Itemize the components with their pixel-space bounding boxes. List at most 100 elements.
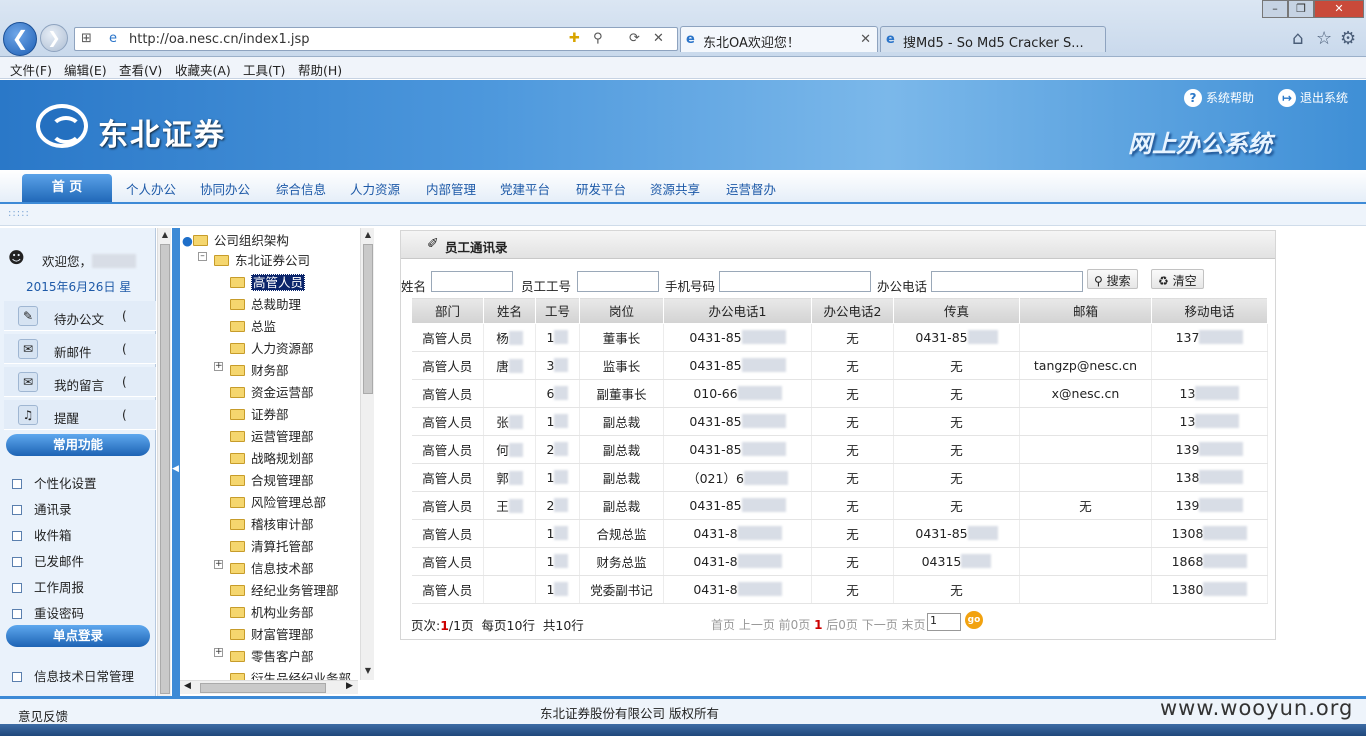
clear-button[interactable]: ♻ 清空 — [1151, 269, 1204, 289]
tree-node[interactable]: 机构业务部 — [230, 602, 314, 621]
search-icon[interactable]: ⚲ — [593, 31, 603, 46]
table-row[interactable]: 高管人员 1 党委副书记 0431-8 无 无 1380 — [411, 575, 1268, 604]
collapse-icon[interactable]: – — [198, 252, 207, 261]
home-icon[interactable]: ⌂ — [1292, 28, 1303, 49]
tree-node[interactable]: + 财务部 — [214, 360, 289, 379]
checkbox-icon[interactable] — [12, 505, 22, 515]
stop-icon[interactable]: ✕ — [653, 31, 664, 46]
scroll-right-icon[interactable]: ▶ — [346, 681, 353, 691]
checkbox-icon[interactable] — [12, 557, 22, 567]
search-button[interactable]: ⚲ 搜索 — [1087, 269, 1138, 289]
nav-item[interactable]: 综合信息 — [276, 179, 326, 198]
menu-view[interactable]: 查看(V) — [119, 60, 162, 79]
scroll-thumb[interactable] — [363, 244, 373, 394]
help-link[interactable]: ? 系统帮助 — [1184, 89, 1254, 107]
tree-hscrollbar[interactable]: ◀ ▶ — [180, 680, 358, 694]
tree-company[interactable]: – 东北证券公司 — [198, 250, 310, 269]
tree-node[interactable]: 经纪业务管理部 — [230, 580, 339, 599]
menu-tools[interactable]: 工具(T) — [243, 60, 285, 79]
gear-icon[interactable]: ⚙ — [1340, 28, 1356, 49]
quick-item-messages[interactable]: ✉ 我的留言( — [4, 367, 156, 397]
table-row[interactable]: 高管人员 杨 1 董事长 0431-85 无 0431-85 137 — [411, 323, 1268, 352]
common-item[interactable]: 个性化设置 — [12, 473, 172, 492]
logout-link[interactable]: ↦ 退出系统 — [1278, 89, 1348, 107]
common-item[interactable]: 工作周报 — [12, 577, 172, 596]
menu-edit[interactable]: 编辑(E) — [64, 60, 107, 79]
office-input[interactable] — [931, 271, 1083, 292]
nav-item[interactable]: 内部管理 — [426, 179, 476, 198]
tree-node[interactable]: 总监 — [230, 316, 276, 335]
table-row[interactable]: 高管人员 郭 1 副总裁 （021）6 无 无 138 — [411, 463, 1268, 492]
tree-scrollbar[interactable]: ▲ ▼ — [360, 228, 374, 680]
tree-node[interactable]: 人力资源部 — [230, 338, 314, 357]
forward-button[interactable]: ❯ — [40, 24, 68, 52]
scroll-down-icon[interactable]: ▼ — [361, 664, 375, 678]
close-tab-icon[interactable]: ✕ — [860, 32, 871, 47]
checkbox-icon[interactable] — [12, 609, 22, 619]
scroll-thumb[interactable] — [200, 683, 326, 693]
scroll-left-icon[interactable]: ◀ — [184, 681, 191, 691]
menu-favorites[interactable]: 收藏夹(A) — [175, 60, 231, 79]
common-item[interactable]: 已发邮件 — [12, 551, 172, 570]
tree-node[interactable]: + 信息技术部 — [214, 558, 314, 577]
expand-icon[interactable]: + — [214, 648, 223, 657]
common-item[interactable]: 通讯录 — [12, 499, 172, 518]
table-row[interactable]: 高管人员 何 2 副总裁 0431-85 无 无 139 — [411, 435, 1268, 464]
tree-root[interactable]: ● 公司组织架构 — [182, 230, 289, 249]
close-window-button[interactable]: ✕ — [1314, 0, 1364, 18]
nav-home[interactable]: 首 页 — [22, 174, 112, 202]
table-row[interactable]: 高管人员 1 合规总监 0431-8 无 0431-85 1308 — [411, 519, 1268, 548]
nav-item[interactable]: 个人办公 — [126, 179, 176, 198]
refresh-icon[interactable]: ⟳ — [629, 31, 640, 46]
table-row[interactable]: 高管人员 王 2 副总裁 0431-85 无 无 无 139 — [411, 491, 1268, 520]
back-button[interactable]: ❮ — [3, 22, 37, 56]
scroll-up-icon[interactable]: ▲ — [361, 228, 375, 242]
page-number-input[interactable]: 1 — [927, 613, 961, 631]
tab-oa[interactable]: e 东北OA欢迎您！ ✕ — [680, 26, 878, 52]
star-icon[interactable]: ☆ — [1316, 28, 1332, 49]
tree-node[interactable]: 资金运营部 — [230, 382, 314, 401]
left-scrollbar[interactable]: ▲ — [157, 228, 171, 696]
checkbox-icon[interactable] — [12, 479, 22, 489]
tree-node[interactable]: 证券部 — [230, 404, 289, 423]
nav-item[interactable]: 研发平台 — [576, 179, 626, 198]
tree-node[interactable]: 总裁助理 — [230, 294, 301, 313]
checkbox-icon[interactable] — [12, 583, 22, 593]
checkbox-icon[interactable] — [12, 672, 22, 682]
splitter[interactable]: ◀ — [172, 228, 180, 696]
table-row[interactable]: 高管人员 6 副董事长 010-66 无 无 x@nesc.cn 13 — [411, 379, 1268, 408]
table-row[interactable]: 高管人员 张 1 副总裁 0431-85 无 无 13 — [411, 407, 1268, 436]
tree-node[interactable]: 战略规划部 — [230, 448, 314, 467]
nav-item[interactable]: 人力资源 — [350, 179, 400, 198]
tree-node[interactable]: 运营管理部 — [230, 426, 314, 445]
table-row[interactable]: 高管人员 唐 3 监事长 0431-85 无 无 tangzp@nesc.cn — [411, 351, 1268, 380]
add-icon[interactable]: ✚ — [569, 31, 580, 46]
tree-node[interactable]: 清算托管部 — [230, 536, 314, 555]
common-item[interactable]: 收件箱 — [12, 525, 172, 544]
scroll-thumb[interactable] — [160, 244, 170, 694]
nav-item[interactable]: 资源共享 — [650, 179, 700, 198]
quick-item-reminders[interactable]: ♫ 提醒( — [4, 400, 156, 430]
tab-md5[interactable]: e 搜Md5 - So Md5 Cracker S... — [880, 26, 1106, 52]
expand-icon[interactable]: + — [214, 362, 223, 371]
page-links[interactable]: 首页 上一页 前0页 1 后0页 下一页 末页 — [711, 616, 926, 633]
go-button[interactable]: go — [965, 611, 983, 629]
tree-node[interactable]: 风险管理总部 — [230, 492, 326, 511]
mobile-input[interactable] — [719, 271, 871, 292]
nav-item[interactable]: 运营督办 — [726, 179, 776, 198]
table-row[interactable]: 高管人员 1 财务总监 0431-8 无 04315 1868 — [411, 547, 1268, 576]
menu-file[interactable]: 文件(F) — [10, 60, 52, 79]
tree-node[interactable]: 稽核审计部 — [230, 514, 314, 533]
common-item[interactable]: 重设密码 — [12, 603, 172, 622]
expand-icon[interactable]: + — [214, 560, 223, 569]
quick-item-new-mail[interactable]: ✉ 新邮件( — [4, 334, 156, 364]
id-input[interactable] — [577, 271, 659, 292]
tree-node[interactable]: + 零售客户部 — [214, 646, 314, 665]
quick-item-pending-docs[interactable]: ✎ 待办公文( — [4, 301, 156, 331]
minimize-button[interactable]: – — [1262, 0, 1288, 18]
nav-item[interactable]: 党建平台 — [500, 179, 550, 198]
address-bar[interactable]: ⊞ e http://oa.nesc.cn/index1.jsp ✚ ⚲ ⟳ ✕ — [74, 27, 678, 51]
collapse-arrow-icon[interactable]: ◀ — [172, 464, 179, 474]
tree-node[interactable]: 合规管理部 — [230, 470, 314, 489]
checkbox-icon[interactable] — [12, 531, 22, 541]
